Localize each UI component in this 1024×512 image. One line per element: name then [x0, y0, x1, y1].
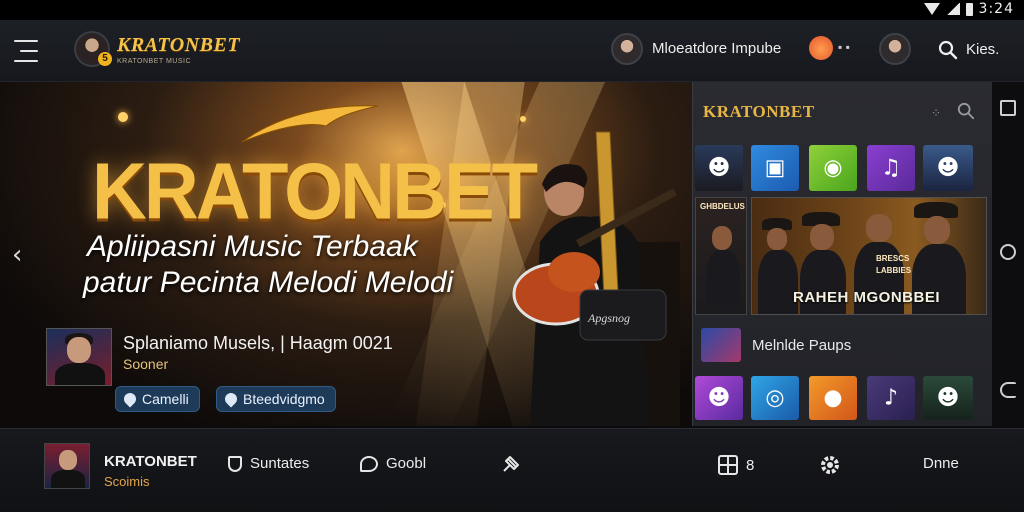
battery-icon: [965, 2, 973, 16]
search-icon[interactable]: [938, 40, 958, 60]
menu-icon[interactable]: [14, 40, 38, 62]
location-icon: [222, 390, 240, 408]
signal-icon: [945, 3, 960, 15]
nav-item-stations[interactable]: Suntates: [228, 455, 309, 472]
playlist-label[interactable]: Melnlde Paups: [752, 337, 851, 354]
more-dots-icon[interactable]: ▪ ▪: [838, 40, 850, 54]
emoji-icon[interactable]: [809, 36, 833, 60]
status-bar: 3:24: [0, 0, 1024, 20]
guitarist-illustration: Apgsnog: [512, 131, 680, 426]
profile-avatar[interactable]: [611, 33, 643, 65]
grid-box-icon: [718, 455, 738, 475]
album-tile[interactable]: ♪: [867, 376, 915, 420]
playlist-thumbnail[interactable]: [701, 328, 741, 362]
nav-label: Suntates: [250, 455, 310, 472]
pill-label: Bteedvidgmo: [243, 391, 325, 407]
nav-label: Goobl: [386, 455, 427, 472]
nav-item-grid[interactable]: 8: [718, 455, 754, 475]
album-tile[interactable]: ●: [809, 376, 857, 420]
back-nav-button[interactable]: [1000, 382, 1016, 398]
game-icon: ●: [823, 385, 843, 411]
album-tile-small[interactable]: GHBDELUS: [695, 197, 747, 315]
location-icon: [121, 390, 139, 408]
pill-button-2[interactable]: Bteedvidgmo: [216, 386, 336, 412]
image-icon: ▣: [764, 155, 786, 181]
status-icons: 3:24: [923, 1, 1014, 17]
globe-icon: ◎: [765, 385, 785, 411]
featured-artist-thumbnail[interactable]: [46, 328, 112, 386]
person-icon: ☻: [936, 385, 960, 411]
carousel-prev-button[interactable]: ‹: [12, 240, 22, 270]
wing-logo-icon: [241, 105, 379, 143]
now-playing-subtitle: Scoimis: [104, 474, 150, 489]
nav-item-settings[interactable]: [818, 453, 842, 477]
bottom-bar: KRATONBET Scoimis Suntates Goobl 8 Dnne: [0, 428, 1024, 512]
music-note-icon: ♪: [883, 385, 899, 411]
banner-caption: RAHEH MGONBBEI: [793, 289, 941, 306]
music-note-icon: ♫: [881, 155, 901, 181]
app-bar: 5 KRATONBET KRATONBET MUSIC Mloeatdore I…: [0, 20, 1024, 82]
hero-subtitle-line1: Apliipasni Music Terbaak: [87, 230, 418, 263]
pill-button-1[interactable]: Camelli: [115, 386, 200, 412]
square-nav-button[interactable]: [1000, 100, 1016, 116]
hero-title: KRATONBET: [92, 146, 538, 237]
home-nav-button[interactable]: [1000, 244, 1016, 260]
game-icon: ◉: [823, 155, 843, 181]
album-tile[interactable]: ♫: [867, 145, 915, 191]
banner-small-text: LABBIES: [876, 266, 912, 275]
album-tile[interactable]: ☻: [923, 145, 973, 191]
chat-bubble-icon: [360, 455, 378, 472]
person-icon: ☻: [936, 155, 960, 181]
featured-card-title[interactable]: Splaniamo Musels, | Haagm 0021: [123, 333, 393, 354]
guitar-case-label: Apgsnog: [587, 311, 630, 325]
now-playing-title[interactable]: KRATONBET: [104, 453, 197, 470]
profile-name[interactable]: Mloeatdore Impube: [652, 40, 781, 57]
nav-item-pin[interactable]: [500, 451, 524, 475]
brand-title[interactable]: KRATONBET: [117, 34, 240, 57]
shield-icon: [228, 455, 242, 472]
account-avatar[interactable]: [879, 33, 911, 65]
now-playing-thumbnail[interactable]: [44, 443, 90, 489]
album-tile[interactable]: ◎: [751, 376, 799, 420]
status-time: 3:24: [978, 1, 1014, 17]
brand-badge: 5: [98, 52, 112, 66]
album-tile[interactable]: ☻: [695, 376, 743, 420]
banner-small-text: BRESCS: [876, 254, 910, 263]
album-tile[interactable]: ◉: [809, 145, 857, 191]
hero-banner[interactable]: KRATONBET Apliipasni Music Terbaak patur…: [0, 82, 692, 426]
nav-item-done[interactable]: Dnne: [923, 455, 959, 472]
nav-label: 8: [746, 456, 755, 474]
search-label[interactable]: Kies.: [966, 41, 999, 58]
brand-subtitle: KRATONBET MUSIC: [117, 58, 192, 65]
nav-label: Dnne: [923, 455, 959, 472]
featured-card-subtitle: Sooner: [123, 356, 169, 372]
album-tile[interactable]: ☻: [923, 376, 973, 420]
panel-search-icon[interactable]: [957, 102, 975, 120]
album-tile[interactable]: ▣: [751, 145, 799, 191]
album-tile[interactable]: ☻: [695, 145, 743, 191]
avatar-icon: ☻: [707, 385, 731, 411]
pin-icon: [503, 456, 519, 472]
grid-icon[interactable]: ⁘: [931, 106, 941, 120]
music-note-icon: [118, 112, 128, 122]
banner-small-text: GHBDELUS: [700, 202, 745, 211]
panel-brand-title: KRATONBET: [703, 102, 815, 121]
person-icon: ☻: [707, 155, 731, 181]
pill-label: Camelli: [142, 391, 189, 407]
side-panel: KRATONBET ⁘ ☻ ▣ ◉ ♫ ☻ GHBDELUS BRESCS LA…: [692, 82, 992, 426]
nav-item-goobl[interactable]: Goobl: [360, 455, 426, 472]
wifi-icon: [923, 3, 940, 15]
gear-icon: [821, 456, 839, 474]
hero-subtitle-line2: patur Pecinta Melodi Melodi: [83, 266, 454, 299]
